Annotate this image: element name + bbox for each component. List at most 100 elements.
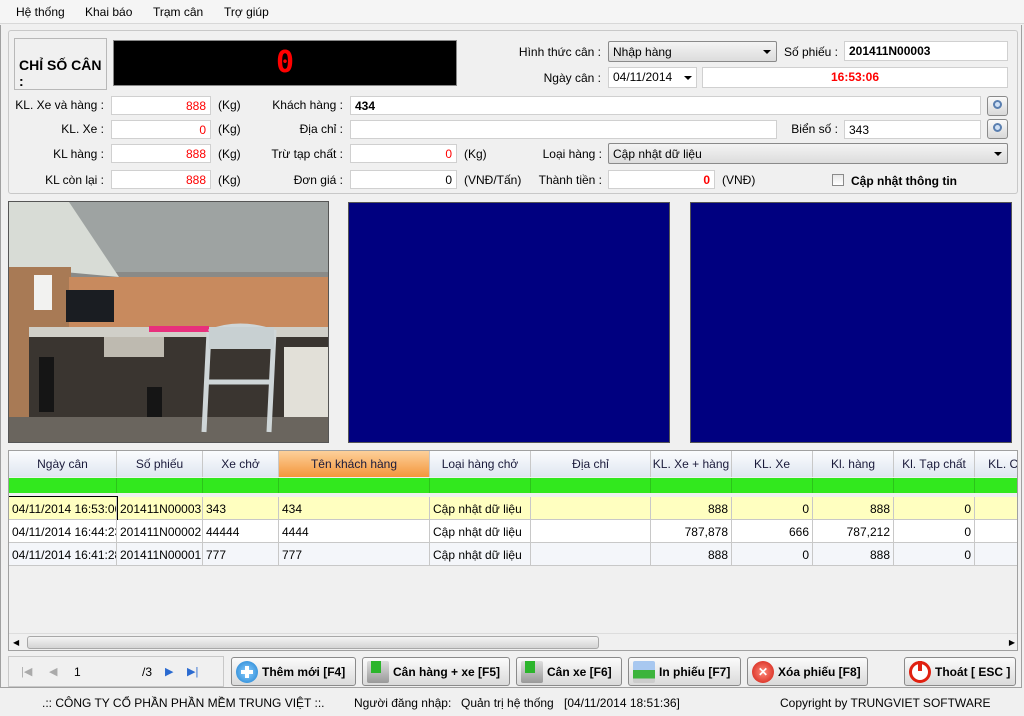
column-header[interactable]: Địa chỉ xyxy=(531,451,651,477)
filter-cell[interactable] xyxy=(813,478,894,493)
table-cell[interactable]: Cập nhật dữ liệu xyxy=(430,543,531,566)
table-cell[interactable]: 777 xyxy=(203,543,279,566)
table-cell[interactable]: 888 xyxy=(813,497,894,520)
table-cell[interactable]: 888 xyxy=(651,543,732,566)
table-cell[interactable]: 787,878 xyxy=(651,520,732,543)
filter-cell[interactable] xyxy=(894,478,975,493)
kl-xe-field[interactable]: 0 xyxy=(111,120,211,139)
column-header[interactable]: KL. Xe xyxy=(732,451,813,477)
column-header[interactable]: Kl. hàng xyxy=(813,451,894,477)
scroll-left-icon[interactable]: ◀ xyxy=(13,638,19,647)
table-cell[interactable]: 787,212 xyxy=(813,520,894,543)
filter-cell[interactable] xyxy=(651,478,732,493)
table-cell[interactable]: 434 xyxy=(279,497,430,520)
ngay-can-datepicker[interactable]: 04/11/2014 xyxy=(608,67,697,88)
filter-cell[interactable] xyxy=(279,478,430,493)
kl-con-lai-field[interactable]: 888 xyxy=(111,170,211,189)
don-gia-field[interactable]: 0 xyxy=(350,170,457,189)
table-cell[interactable]: 0 xyxy=(894,520,975,543)
table-cell[interactable]: 666 xyxy=(732,520,813,543)
column-header[interactable]: KL. Cò xyxy=(975,451,1017,477)
can-xe-button[interactable]: Cân xe [F6] xyxy=(516,657,622,686)
khach-hang-field[interactable]: 434 xyxy=(350,96,981,115)
table-cell[interactable] xyxy=(531,497,651,520)
table-cell[interactable]: 201411N00001 xyxy=(117,543,203,566)
table-cell[interactable]: Cập nhật dữ liệu xyxy=(430,520,531,543)
table-cell[interactable] xyxy=(975,497,1017,520)
table-cell[interactable]: 201411N00003 xyxy=(117,497,203,520)
kl-xe-unit: (Kg) xyxy=(218,122,241,136)
kl-hang-unit: (Kg) xyxy=(218,147,241,161)
table-cell[interactable]: 777 xyxy=(279,543,430,566)
can-hang-xe-button[interactable]: Cân hàng + xe [F5] xyxy=(362,657,510,686)
table-cell[interactable]: 0 xyxy=(732,543,813,566)
search-plate-button[interactable] xyxy=(987,119,1008,139)
table-cell[interactable]: 343 xyxy=(203,497,279,520)
table-cell[interactable]: 0 xyxy=(894,497,975,520)
column-header[interactable]: Ngày cân xyxy=(9,451,117,477)
loai-hang-select[interactable]: Cập nhật dữ liệu xyxy=(608,143,1008,164)
table-cell[interactable]: Cập nhật dữ liệu xyxy=(430,497,531,520)
filter-cell[interactable] xyxy=(430,478,531,493)
menu-tram-can[interactable]: Trạm cân xyxy=(153,5,203,19)
table-cell[interactable]: 0 xyxy=(732,497,813,520)
scrollbar-thumb[interactable] xyxy=(27,636,599,649)
thoat-button[interactable]: Thoát [ ESC ] xyxy=(904,657,1016,686)
search-customer-button[interactable] xyxy=(987,96,1008,116)
menu-khai-bao[interactable]: Khai báo xyxy=(85,5,132,19)
table-cell[interactable]: 04/11/2014 16:44:23 xyxy=(9,520,117,543)
xoa-phieu-button[interactable]: ✕ Xóa phiếu [F8] xyxy=(747,657,868,686)
filter-cell[interactable] xyxy=(9,478,117,493)
in-phieu-button[interactable]: In phiếu [F7] xyxy=(628,657,741,686)
thanh-tien-field[interactable]: 0 xyxy=(608,170,715,189)
menu-tro-giup[interactable]: Trợ giúp xyxy=(224,5,269,19)
table-cell[interactable] xyxy=(531,520,651,543)
filter-cell[interactable] xyxy=(732,478,813,493)
table-cell[interactable] xyxy=(975,543,1017,566)
column-header[interactable]: KL. Xe + hàng xyxy=(651,451,732,477)
them-moi-button[interactable]: Thêm mới [F4] xyxy=(231,657,356,686)
table-cell[interactable]: 888 xyxy=(813,543,894,566)
table-cell[interactable] xyxy=(531,543,651,566)
filter-cell[interactable] xyxy=(203,478,279,493)
column-header[interactable]: Loại hàng chở xyxy=(430,451,531,477)
hinh-thuc-label: Hình thức cân : xyxy=(518,45,601,59)
page-total: /3 xyxy=(142,665,153,679)
horizontal-scrollbar[interactable]: ◀ ▶ xyxy=(9,633,1017,650)
menu-he-thong[interactable]: Hệ thống xyxy=(16,5,65,19)
table-cell[interactable]: 04/11/2014 16:41:28 xyxy=(9,543,117,566)
table-row[interactable]: 04/11/2014 16:53:06 201411N00003 343 434 Cập… xyxy=(9,496,1017,521)
bien-so-field[interactable]: 343 xyxy=(844,120,981,139)
prev-page-icon[interactable]: ◀ xyxy=(49,665,57,678)
column-header[interactable]: Số phiếu xyxy=(117,451,203,477)
kl-xe-hang-field[interactable]: 888 xyxy=(111,96,211,115)
status-bar: .:: CÔNG TY CỔ PHẦN PHẦN MỀM TRUNG VIỆT … xyxy=(0,690,1024,716)
column-header[interactable]: Tên khách hàng xyxy=(279,451,430,477)
dia-chi-field[interactable] xyxy=(350,120,777,139)
first-page-icon[interactable]: |◀ xyxy=(21,665,32,678)
kl-hang-field[interactable]: 888 xyxy=(111,144,211,163)
table-row[interactable]: 04/11/2014 16:41:28 201411N00001 777 777 Cập… xyxy=(9,543,1017,566)
hinh-thuc-select[interactable]: Nhập hàng xyxy=(608,41,777,62)
filter-cell[interactable] xyxy=(117,478,203,493)
scroll-right-icon[interactable]: ▶ xyxy=(1009,638,1015,647)
table-cell[interactable]: 0 xyxy=(894,543,975,566)
so-phieu-field[interactable]: 201411N00003 xyxy=(844,41,1008,61)
filter-cell[interactable] xyxy=(975,478,1017,493)
table-cell[interactable]: 888 xyxy=(651,497,732,520)
table-cell[interactable]: 44444 xyxy=(203,520,279,543)
page-number-field[interactable]: 1 xyxy=(74,665,81,679)
cap-nhat-checkbox[interactable] xyxy=(832,174,844,186)
column-header[interactable]: Kl. Tạp chất xyxy=(894,451,975,477)
table-cell[interactable]: 4444 xyxy=(279,520,430,543)
column-header[interactable]: Xe chở xyxy=(203,451,279,477)
table-cell[interactable]: 7 xyxy=(975,520,1017,543)
filter-cell[interactable] xyxy=(531,478,651,493)
next-page-icon[interactable]: ▶ xyxy=(165,665,173,678)
thoat-label: Thoát [ ESC ] xyxy=(935,664,1011,679)
table-row[interactable]: 04/11/2014 16:44:23 201411N00002 44444 4444… xyxy=(9,520,1017,543)
table-cell[interactable]: 04/11/2014 16:53:06 xyxy=(9,496,118,521)
tru-tap-chat-field[interactable]: 0 xyxy=(350,144,457,163)
table-cell[interactable]: 201411N00002 xyxy=(117,520,203,543)
last-page-icon[interactable]: ▶| xyxy=(187,665,198,678)
